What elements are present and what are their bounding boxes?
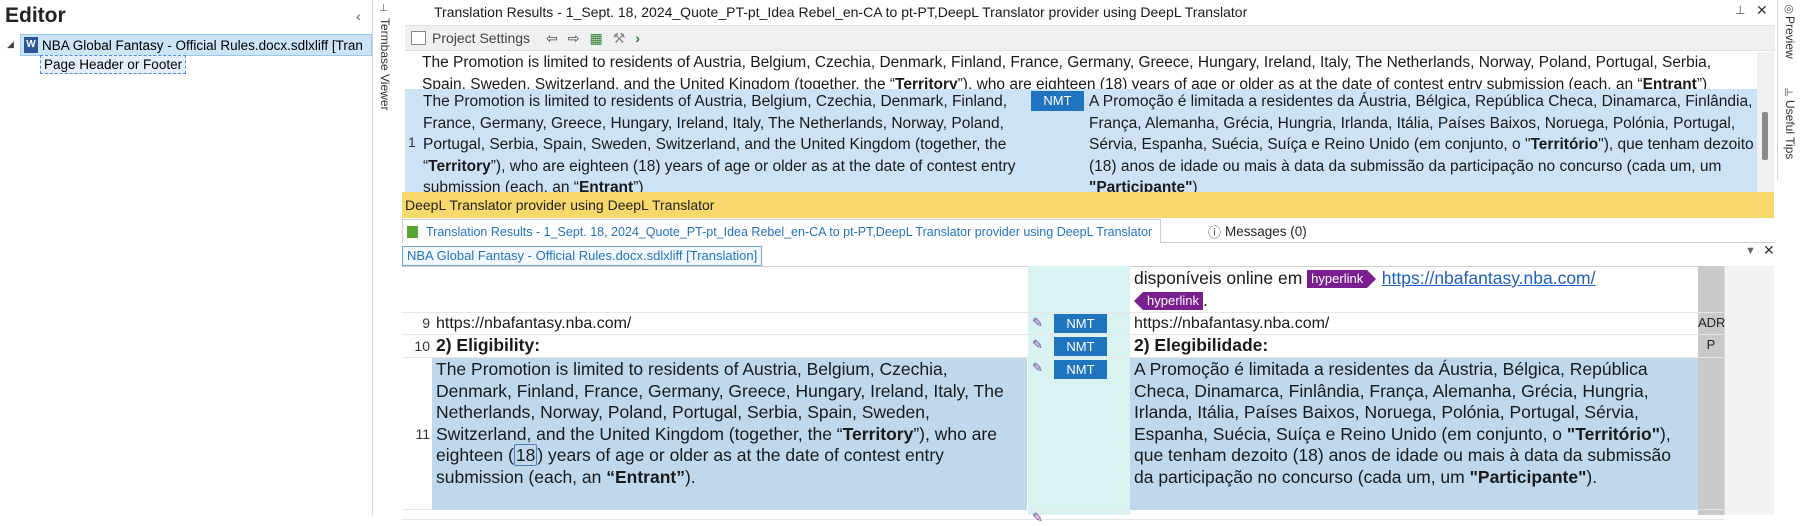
tab-translation-results[interactable]: Translation Results - 1_Sept. 18, 2024_Q…: [402, 219, 1162, 243]
dropdown-icon[interactable]: ▼: [1745, 245, 1756, 257]
result-number: 1: [408, 134, 416, 150]
edit-icon[interactable]: ⚒: [613, 30, 626, 47]
match-type-badge: NMT: [1054, 337, 1107, 356]
provider-status-bar: DeepL Translator provider using DeepL Tr…: [402, 192, 1774, 218]
arrow-right-icon[interactable]: ⇨: [568, 30, 580, 47]
tree-item-document[interactable]: W NBA Global Fantasy - Official Rules.do…: [20, 34, 372, 56]
tab-messages[interactable]: ⓘ Messages (0): [1208, 220, 1307, 242]
tree-expander-icon[interactable]: ◢: [7, 39, 14, 50]
segment-row-active[interactable]: 11 The Promotion is limited to residents…: [402, 358, 1724, 510]
close-icon[interactable]: ✕: [1763, 242, 1775, 259]
document-tab[interactable]: NBA Global Fantasy - Official Rules.docx…: [402, 246, 763, 266]
hyperlink-text[interactable]: https://nbafantasy.nba.com/: [1382, 268, 1596, 288]
close-icon[interactable]: ✕: [1756, 2, 1768, 19]
segment-source: https://nbafantasy.nba.com/: [436, 315, 632, 332]
tab-preview[interactable]: Preview: [1783, 16, 1797, 59]
pin-icon[interactable]: ⊥: [379, 3, 388, 14]
pencil-icon: ✎: [1032, 315, 1043, 330]
tips-icon: ⊩: [1784, 87, 1794, 99]
match-type-badge: NMT: [1054, 360, 1107, 379]
pin-icon[interactable]: ⊥: [1735, 3, 1745, 17]
tab-label: Translation Results - 1_Sept. 18, 2024_Q…: [426, 224, 1153, 239]
segment-row[interactable]: 10 2) Eligibility: ✎ NMT 2) Elegibilidad…: [402, 335, 1724, 358]
tab-label: Messages (0): [1225, 223, 1307, 239]
chevron-right-icon[interactable]: ›: [635, 30, 640, 46]
settings-icon: [411, 31, 426, 45]
translation-results-title: Translation Results - 1_Sept. 18, 2024_Q…: [434, 4, 1248, 20]
project-settings-button[interactable]: Project Settings: [432, 30, 530, 46]
segment-number: 11: [415, 426, 430, 442]
segment-number: 9: [422, 315, 430, 331]
previous-result-text: The Promotion is limited to residents of…: [422, 54, 1712, 90]
collapse-panel-button[interactable]: ‹: [356, 8, 361, 24]
arrow-left-icon[interactable]: ⇦: [546, 30, 558, 47]
divider: [1777, 0, 1778, 180]
result-source-text: The Promotion is limited to residents of…: [423, 93, 1016, 192]
pencil-icon: ✎: [1032, 360, 1043, 375]
match-type-badge: NMT: [1054, 314, 1107, 333]
editor-panel: [0, 0, 373, 515]
translation-results-icon: [407, 225, 418, 238]
editor-title: Editor: [5, 4, 66, 27]
tab-useful-tips[interactable]: Useful Tips: [1783, 100, 1797, 159]
result-target-text: A Promoção é limitada a residentes da Áu…: [1089, 93, 1754, 192]
document-icon: W: [24, 37, 38, 53]
segment-row[interactable]: 9 https://nbafantasy.nba.com/ ✎ NMT http…: [402, 313, 1726, 335]
hyperlink-tag-close: hyperlink: [1133, 291, 1204, 310]
segment-source: The Promotion is limited to residents of…: [436, 359, 1004, 487]
segment-number: 10: [414, 338, 430, 354]
tab-termbase-viewer[interactable]: Termbase Viewer: [378, 18, 392, 110]
segment-source: 2) Eligibility:: [436, 335, 541, 355]
apply-icon[interactable]: ▦: [590, 30, 603, 47]
segment-row[interactable]: ✎: [402, 510, 1724, 525]
pencil-icon: ✎: [1032, 337, 1043, 352]
segment-row[interactable]: disponíveis online em hyperlink https://…: [402, 266, 1724, 313]
info-icon: ⓘ: [1208, 224, 1222, 240]
preview-icon: ◎: [1784, 3, 1794, 15]
pencil-icon: ✎: [1032, 510, 1043, 525]
structure-info: ADR: [1698, 315, 1726, 330]
structure-info: P: [1706, 337, 1716, 352]
match-type-badge: NMT: [1031, 91, 1084, 111]
segment-target[interactable]: disponíveis online em hyperlink https://…: [1133, 268, 1800, 311]
scrollbar-thumb[interactable]: [1762, 112, 1768, 160]
tree-item-label: NBA Global Fantasy - Official Rules.docx…: [42, 37, 363, 53]
tree-item-page-header[interactable]: Page Header or Footer: [40, 55, 187, 74]
segment-target[interactable]: A Promoção é limitada a residentes da Áu…: [1134, 359, 1694, 488]
hyperlink-tag-open: hyperlink: [1307, 270, 1377, 289]
translation-results-toolbar: Project Settings ⇦ ⇨ ▦ ⚒ ›: [405, 25, 1775, 51]
